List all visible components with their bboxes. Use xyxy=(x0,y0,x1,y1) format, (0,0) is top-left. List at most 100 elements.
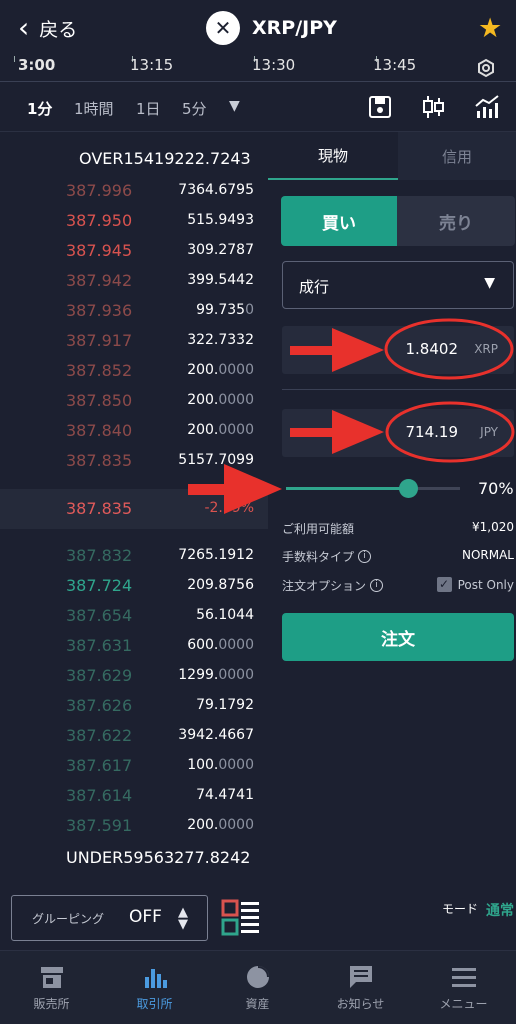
pair-label: XRP/JPY xyxy=(252,17,337,39)
bar-chart-icon xyxy=(145,969,167,988)
tab-margin[interactable]: 信用 xyxy=(398,132,516,180)
ask-price: 387.936 xyxy=(66,301,133,320)
ask-row[interactable]: 387.996 7364.6795 xyxy=(0,177,268,207)
bid-row[interactable]: 387.724 209.8756 xyxy=(0,572,268,602)
candlestick-icon[interactable] xyxy=(420,94,446,120)
bid-row[interactable]: 387.626 79.1792 xyxy=(0,692,268,722)
ask-row[interactable]: 387.852 200.0000 xyxy=(0,357,268,387)
nav-exchange[interactable]: 取引所 xyxy=(103,951,206,1024)
chevron-down-icon: ▼ xyxy=(484,275,495,291)
ask-qty: 99.7350 xyxy=(196,302,254,318)
order-type-select[interactable]: 成行 ▼ xyxy=(282,261,514,309)
updown-icon: ▲ ▼ xyxy=(178,905,188,932)
chart-settings-icon[interactable] xyxy=(474,56,498,80)
ask-row[interactable]: 387.917 322.7332 xyxy=(0,327,268,357)
bid-row[interactable]: 387.832 7265.1912 xyxy=(0,542,268,572)
ask-qty: 515.9493 xyxy=(187,212,254,228)
slider-handle[interactable] xyxy=(398,479,418,498)
ask-row[interactable]: 387.936 99.7350 xyxy=(0,297,268,327)
ask-price: 387.950 xyxy=(66,211,133,230)
star-icon[interactable]: ★ xyxy=(478,13,502,44)
interval-bar: 1分 1時間 1日 5分 ▼ xyxy=(0,82,516,132)
option-row: 注文オプション i ✓ Post Only xyxy=(282,575,516,595)
ask-qty: 200.0000 xyxy=(187,392,254,408)
bid-row[interactable]: 387.654 56.1044 xyxy=(0,602,268,632)
interval-dropdown-icon[interactable]: ▼ xyxy=(229,98,240,114)
bottom-nav: 販売所 取引所 資産 お知らせ メニュー xyxy=(0,950,516,1024)
order-button[interactable]: 注文 xyxy=(282,613,514,661)
fee-value: NORMAL xyxy=(461,548,514,562)
bid-qty: 600.0000 xyxy=(187,637,254,653)
nav-menu[interactable]: メニュー xyxy=(412,951,515,1024)
interval-1hour[interactable]: 1時間 xyxy=(74,98,114,119)
amount-value: 1.8402 xyxy=(405,340,459,358)
bid-row[interactable]: 387.631 600.0000 xyxy=(0,632,268,662)
sell-button[interactable]: 売り xyxy=(397,196,515,246)
bid-row[interactable]: 387.617 100.0000 xyxy=(0,752,268,782)
bid-qty: 74.4741 xyxy=(196,787,254,803)
option-label: 注文オプション xyxy=(282,579,367,593)
bid-qty: 209.8756 xyxy=(187,577,254,593)
nav-news[interactable]: お知らせ xyxy=(309,951,412,1024)
post-only-checkbox[interactable]: ✓ xyxy=(436,577,452,592)
interval-1day[interactable]: 1日 xyxy=(136,98,161,119)
mode-indicator[interactable]: モード 通常 xyxy=(442,900,514,920)
info-icon[interactable]: i xyxy=(358,550,372,563)
order-type-label: 成行 xyxy=(299,278,330,296)
chart-time-axis: 3:00 13:15 13:30 13:45 xyxy=(0,56,516,82)
grouping-select[interactable]: グルーピング OFF ▲ ▼ xyxy=(11,895,208,941)
ask-qty: 309.2787 xyxy=(187,242,254,258)
total-field[interactable]: 714.19 JPY xyxy=(282,409,514,457)
change-percent: -2.79% xyxy=(204,500,254,516)
xrp-logo-icon: ✕ xyxy=(206,11,240,45)
nav-label: 資産 xyxy=(245,997,270,1011)
info-icon[interactable]: i xyxy=(370,579,384,592)
interval-5min[interactable]: 5分 xyxy=(182,98,207,119)
time-label: 3:00 xyxy=(18,56,56,74)
save-icon[interactable] xyxy=(367,94,393,120)
bid-qty: 7265.1912 xyxy=(178,547,254,563)
order-tabs: 現物 信用 xyxy=(268,132,516,180)
ask-row[interactable]: 387.945 309.2787 xyxy=(0,237,268,267)
indicator-icon[interactable] xyxy=(474,94,500,120)
back-button[interactable]: ‹ 戻る xyxy=(18,12,77,44)
ask-row[interactable]: 387.840 200.0000 xyxy=(0,417,268,447)
ask-row[interactable]: 387.835 5157.7099 xyxy=(0,447,268,477)
chevron-left-icon: ‹ xyxy=(18,11,30,44)
time-label: 13:15 xyxy=(130,56,174,74)
interval-1min[interactable]: 1分 xyxy=(27,98,52,119)
buy-button[interactable]: 買い xyxy=(281,196,397,246)
mode-label: モード xyxy=(442,902,479,916)
ask-row[interactable]: 387.950 515.9493 xyxy=(0,207,268,237)
bid-row[interactable]: 387.622 3942.4667 xyxy=(0,722,268,752)
under-total: UNDER59563277.8242 xyxy=(66,848,251,867)
fee-label: 手数料タイプ xyxy=(282,550,355,564)
grouping-label: グルーピング xyxy=(32,912,105,926)
ask-qty: 7364.6795 xyxy=(178,182,254,198)
message-icon xyxy=(350,966,372,988)
ask-price: 387.942 xyxy=(66,271,133,290)
bid-row[interactable]: 387.614 74.4741 xyxy=(0,782,268,812)
ask-row[interactable]: 387.850 200.0000 xyxy=(0,387,268,417)
ask-qty: 200.0000 xyxy=(187,422,254,438)
ask-row[interactable]: 387.942 399.5442 xyxy=(0,267,268,297)
ask-price: 387.945 xyxy=(66,241,133,260)
bid-qty: 56.1044 xyxy=(196,607,254,623)
amount-field[interactable]: 1.8402 XRP xyxy=(282,326,514,374)
post-only-label: Post Only xyxy=(457,577,514,592)
book-layout-icon[interactable] xyxy=(221,898,261,938)
bid-row[interactable]: 387.591 200.0000 xyxy=(0,812,268,842)
nav-assets[interactable]: 資産 xyxy=(206,951,309,1024)
ask-price: 387.996 xyxy=(66,181,133,200)
bid-qty: 79.1792 xyxy=(196,697,254,713)
ask-price: 387.850 xyxy=(66,391,133,410)
nav-store[interactable]: 販売所 xyxy=(0,951,103,1024)
bid-row[interactable]: 387.629 1299.0000 xyxy=(0,662,268,692)
nav-label: お知らせ xyxy=(336,997,385,1011)
nav-label: 取引所 xyxy=(136,997,173,1011)
bid-price: 387.614 xyxy=(66,786,133,805)
tab-spot[interactable]: 現物 xyxy=(268,132,398,180)
amount-unit: XRP xyxy=(474,342,498,356)
bid-price: 387.724 xyxy=(66,576,133,595)
available-value: ¥1,020 xyxy=(472,520,514,534)
